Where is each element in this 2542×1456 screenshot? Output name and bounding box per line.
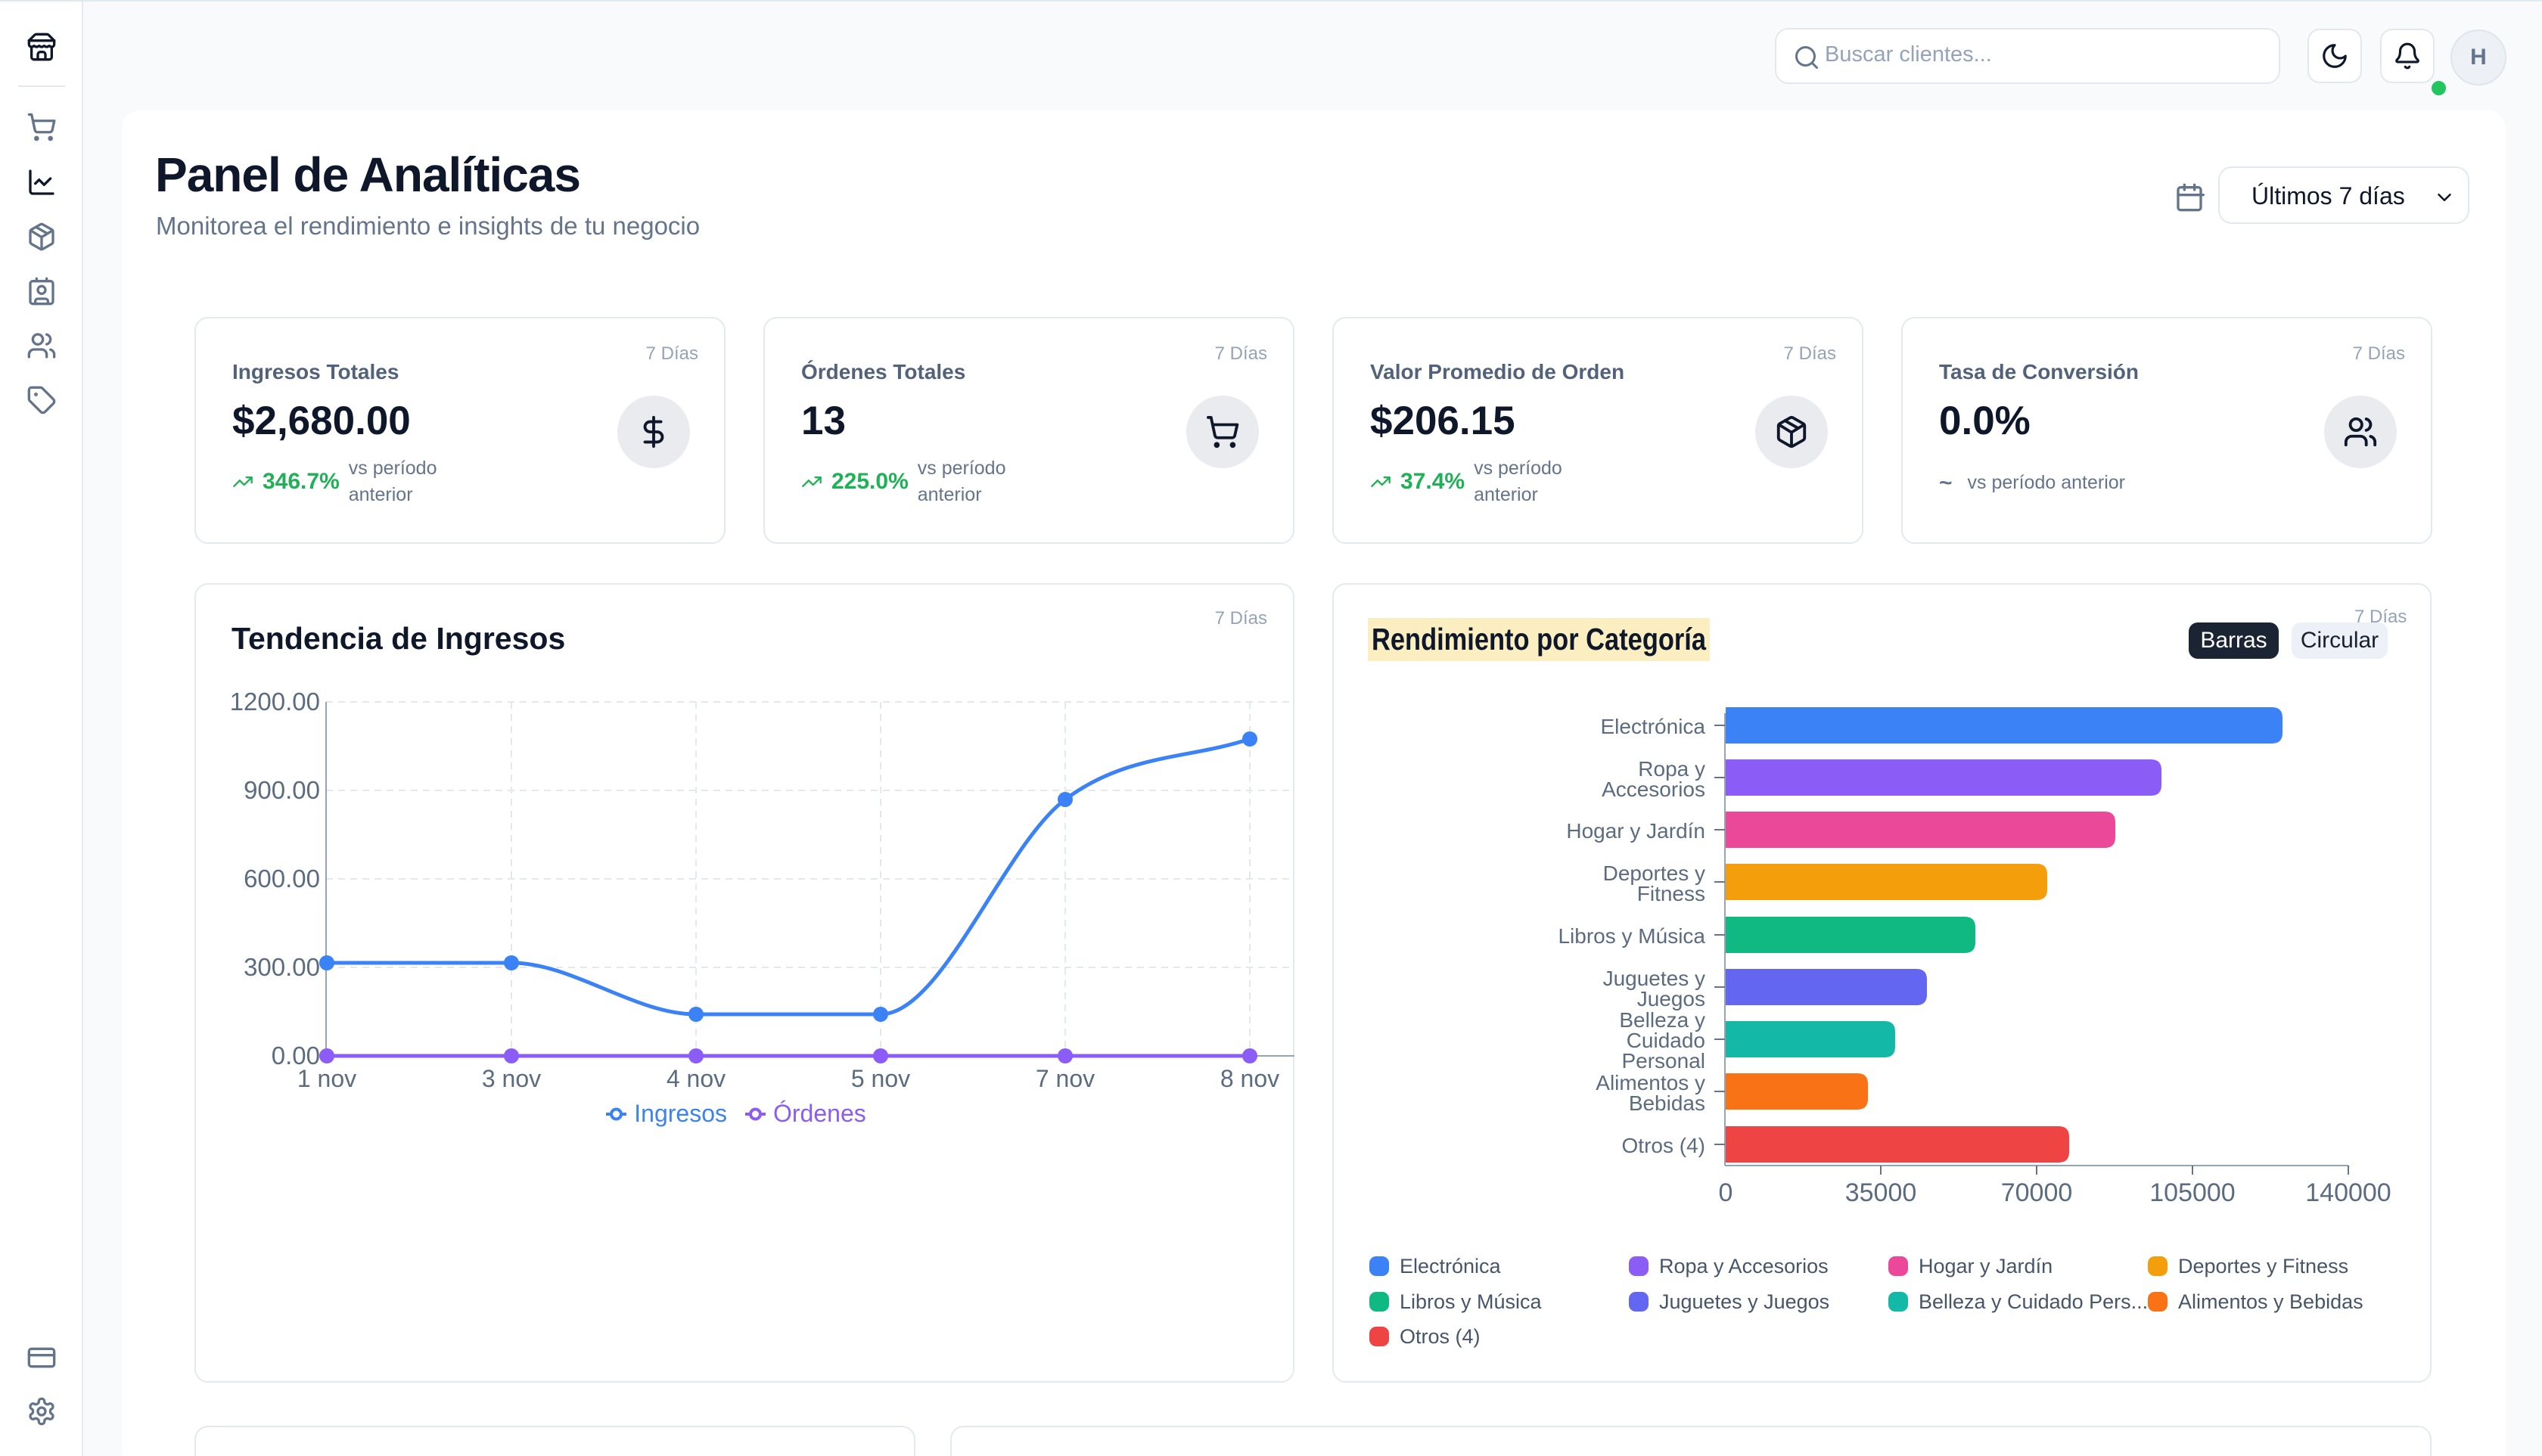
svg-text:Bebidas: Bebidas <box>1629 1091 1705 1115</box>
svg-text:5 nov: 5 nov <box>851 1065 910 1092</box>
svg-text:900.00: 900.00 <box>244 776 320 804</box>
svg-text:Accesorios: Accesorios <box>1602 778 1705 801</box>
svg-text:8 nov: 8 nov <box>1220 1065 1279 1092</box>
svg-text:Hogar y Jardín: Hogar y Jardín <box>1566 819 1705 843</box>
svg-text:3 nov: 3 nov <box>482 1065 541 1092</box>
svg-text:7 nov: 7 nov <box>1036 1065 1095 1092</box>
svg-text:4 nov: 4 nov <box>667 1065 726 1092</box>
svg-text:Libros y Música: Libros y Música <box>1558 924 1705 948</box>
svg-text:70000: 70000 <box>2001 1178 2073 1207</box>
svg-text:1 nov: 1 nov <box>297 1065 356 1092</box>
svg-text:140000: 140000 <box>2305 1178 2391 1207</box>
svg-text:Otros (4): Otros (4) <box>1622 1134 1705 1157</box>
svg-text:35000: 35000 <box>1845 1178 1917 1207</box>
svg-text:600.00: 600.00 <box>244 865 320 893</box>
svg-text:0: 0 <box>1719 1178 1733 1207</box>
svg-text:Fitness: Fitness <box>1637 882 1705 905</box>
svg-text:105000: 105000 <box>2149 1178 2235 1207</box>
svg-text:1200.00: 1200.00 <box>230 688 320 716</box>
svg-text:Personal: Personal <box>1621 1049 1705 1073</box>
svg-text:Electrónica: Electrónica <box>1600 715 1705 738</box>
svg-text:Juegos: Juegos <box>1637 987 1705 1011</box>
svg-text:300.00: 300.00 <box>244 953 320 981</box>
